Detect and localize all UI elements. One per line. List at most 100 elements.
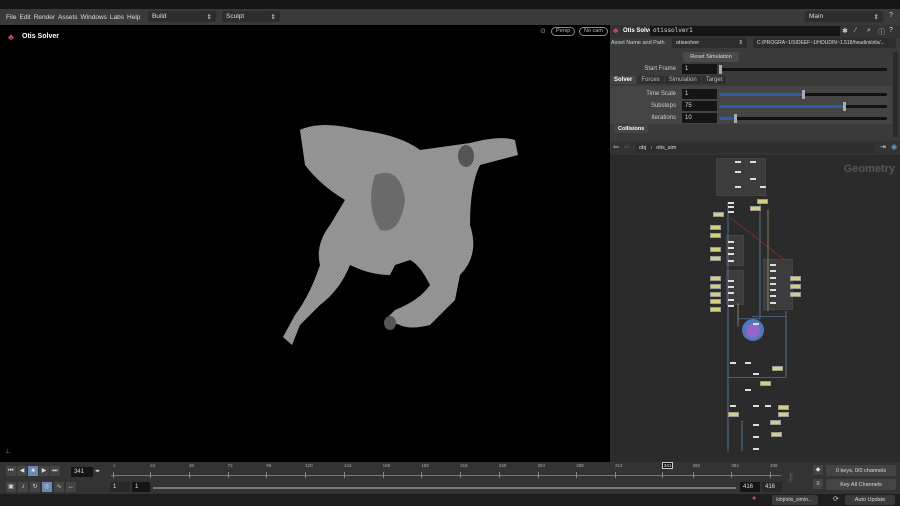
range-slider[interactable]: [153, 487, 736, 489]
menu-windows[interactable]: Windows: [81, 14, 107, 21]
start-frame-slider[interactable]: [719, 65, 887, 74]
node-name-field[interactable]: otissolver1: [650, 26, 840, 36]
pin-icon[interactable]: ⇥: [880, 143, 886, 151]
desktop-select[interactable]: Build ⇕: [148, 11, 216, 22]
auto-update-select[interactable]: Auto Update: [845, 495, 895, 505]
sticky-note[interactable]: [710, 225, 721, 230]
path-otis-sim[interactable]: otis_sim: [656, 145, 676, 151]
network-node[interactable]: [750, 178, 756, 180]
loop-icon[interactable]: ↻: [30, 482, 40, 492]
range-end-field[interactable]: 416: [740, 482, 760, 492]
network-node[interactable]: [728, 305, 734, 307]
current-frame-marker[interactable]: 341: [661, 462, 674, 469]
network-node[interactable]: [735, 161, 741, 163]
sticky-note[interactable]: [772, 366, 783, 371]
asset-name-select[interactable]: otissolver ⇕: [672, 38, 747, 48]
sticky-note[interactable]: [728, 412, 739, 417]
scene-viewport[interactable]: ⊥: [0, 25, 610, 462]
shelf-select[interactable]: Sculpt ⇕: [222, 11, 280, 22]
curve-icon[interactable]: ∿: [54, 482, 64, 492]
menu-edit[interactable]: Edit: [19, 14, 30, 21]
asset-path-select[interactable]: C:/PROGRA~1/SIDEEF~1/HOUDIN~1.518/houdin…: [753, 38, 896, 48]
menu-labs[interactable]: Labs: [110, 14, 124, 21]
network-node[interactable]: [728, 286, 734, 288]
network-node[interactable]: [770, 270, 776, 272]
network-node[interactable]: [728, 280, 734, 282]
network-node[interactable]: [760, 186, 766, 188]
info-icon[interactable]: ⓘ: [878, 27, 885, 37]
gear-icon[interactable]: ✱: [842, 27, 848, 35]
network-node[interactable]: [728, 211, 734, 213]
network-node[interactable]: [770, 302, 776, 304]
menu-help[interactable]: Help: [127, 14, 140, 21]
sticky-note[interactable]: [790, 292, 801, 297]
network-node[interactable]: [728, 241, 734, 243]
main-select[interactable]: Main ⇕: [805, 11, 883, 22]
reset-simulation-button[interactable]: Reset Simulation: [683, 52, 739, 62]
realtime-icon[interactable]: ▣: [6, 482, 16, 492]
tab-target[interactable]: Target: [701, 76, 727, 84]
sticky-note[interactable]: [710, 276, 721, 281]
range-start-field[interactable]: 1: [110, 482, 130, 492]
sticky-note[interactable]: [760, 381, 771, 386]
current-frame-field[interactable]: 341: [71, 467, 93, 477]
keys-status[interactable]: 0 keys, 0/0 channels: [826, 465, 896, 476]
play-button[interactable]: ▶: [39, 466, 49, 476]
sticky-note[interactable]: [710, 299, 721, 304]
network-node[interactable]: [730, 362, 736, 364]
brush-icon[interactable]: ∕: [855, 27, 856, 34]
sticky-note[interactable]: [710, 233, 721, 238]
network-path-bar[interactable]: obj › otis_sim: [635, 143, 875, 153]
refresh-icon[interactable]: ⟳: [833, 495, 839, 503]
sticky-note[interactable]: [710, 307, 721, 312]
network-node[interactable]: [745, 389, 751, 391]
stop-button[interactable]: ■: [28, 466, 38, 476]
param-slider[interactable]: [719, 90, 887, 99]
network-node[interactable]: [765, 405, 771, 407]
path-obj[interactable]: obj: [639, 145, 646, 151]
sticky-note[interactable]: [778, 405, 789, 410]
step-buttons[interactable]: ◂▸: [95, 468, 100, 474]
network-node[interactable]: [753, 323, 759, 325]
last-frame-button[interactable]: ⏭: [50, 466, 60, 476]
network-node[interactable]: [745, 362, 751, 364]
range-end2-field[interactable]: 416: [762, 482, 782, 492]
forward-icon[interactable]: ⇨: [624, 143, 630, 151]
start-frame-field[interactable]: 1: [682, 64, 717, 74]
camera-menu[interactable]: Persp: [551, 27, 576, 36]
key-all-channels-button[interactable]: Key All Channels: [826, 479, 896, 490]
network-node[interactable]: [735, 186, 741, 188]
cam-select-menu[interactable]: No cam: [579, 27, 608, 36]
network-node[interactable]: [728, 206, 734, 208]
param-field[interactable]: 75: [682, 101, 717, 111]
param-slider[interactable]: [719, 102, 887, 111]
param-field[interactable]: 10: [682, 113, 717, 123]
network-node[interactable]: [770, 295, 776, 297]
network-node[interactable]: [753, 405, 759, 407]
sticky-note[interactable]: [778, 412, 789, 417]
param-field[interactable]: 1: [682, 89, 717, 99]
sticky-note[interactable]: [710, 256, 721, 261]
search-icon[interactable]: ⌕: [867, 27, 871, 35]
network-node[interactable]: [753, 436, 759, 438]
network-node[interactable]: [770, 289, 776, 291]
timeline-track[interactable]: [111, 475, 781, 476]
status-path[interactable]: /obj/otis_sim/o...: [772, 495, 818, 505]
param-scrollbar[interactable]: [893, 52, 898, 137]
network-editor[interactable]: Geometry: [610, 155, 900, 462]
network-node[interactable]: [728, 247, 734, 249]
tab-simulation[interactable]: Simulation: [664, 76, 701, 84]
range-icon[interactable]: ↔: [66, 482, 76, 492]
menu-assets[interactable]: Assets: [58, 14, 78, 21]
network-node[interactable]: [730, 405, 736, 407]
network-node[interactable]: [753, 448, 759, 450]
network-node[interactable]: [750, 161, 756, 163]
sticky-note[interactable]: [750, 206, 761, 211]
sticky-note[interactable]: [710, 292, 721, 297]
help-icon[interactable]: ?: [889, 12, 893, 19]
snap-icon[interactable]: ◎: [42, 482, 52, 492]
sticky-note[interactable]: [757, 199, 768, 204]
sticky-note[interactable]: [771, 432, 782, 437]
range-start2-field[interactable]: 1: [132, 482, 150, 492]
audio-icon[interactable]: ♪: [18, 482, 28, 492]
